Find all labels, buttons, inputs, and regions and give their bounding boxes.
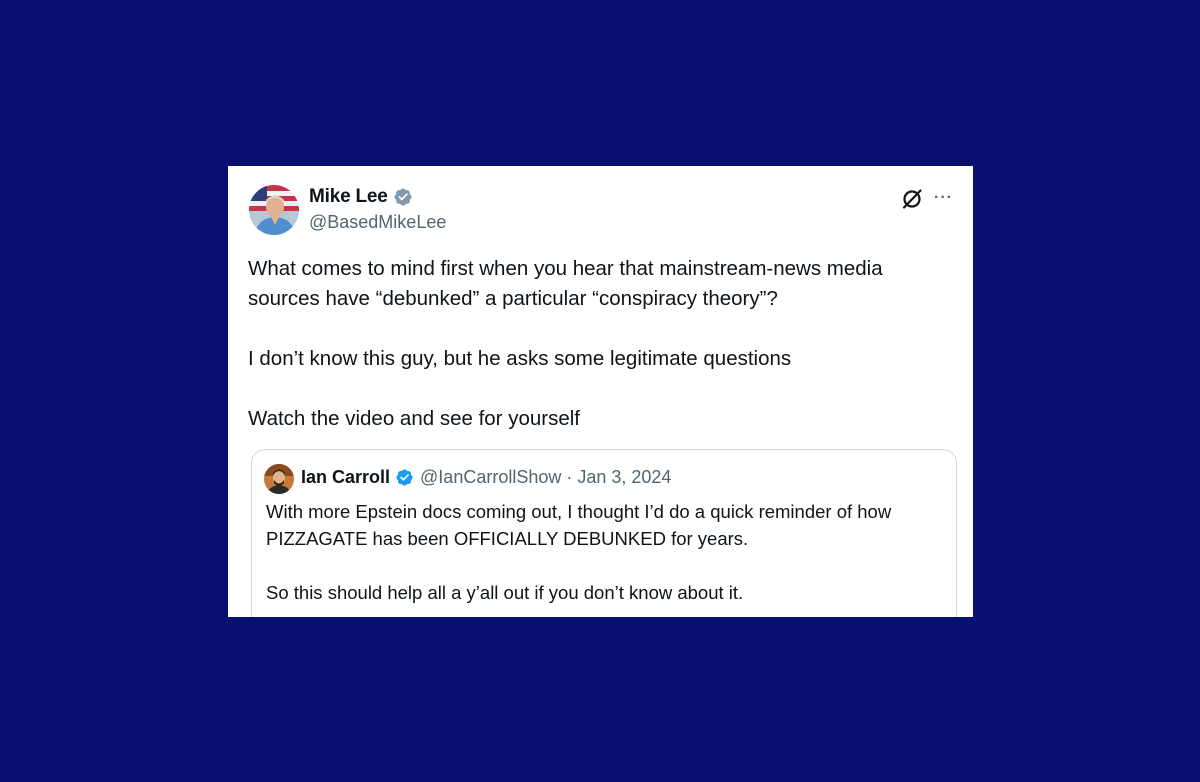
tweet-text: What comes to mind first when you hear t…	[248, 254, 948, 434]
author-name[interactable]: Mike Lee	[309, 186, 388, 208]
quoted-author-name[interactable]: Ian Carroll	[301, 467, 390, 488]
author-avatar[interactable]	[249, 185, 299, 235]
quoted-text-paragraph-2: So this should help all a y’all out if y…	[266, 582, 744, 603]
quoted-author-avatar[interactable]	[264, 464, 294, 494]
quoted-author-handle[interactable]: @IanCarrollShow	[420, 467, 561, 488]
quoted-separator: ·	[566, 467, 573, 487]
quoted-text-paragraph-1: With more Epstein docs coming out, I tho…	[266, 501, 892, 549]
quoted-tweet[interactable]: Ian Carroll @IanCarrollShow · Jan 3, 202…	[251, 449, 957, 617]
tweet-text-paragraph-3: Watch the video and see for yourself	[248, 407, 580, 430]
tweet-text-paragraph-2: I don’t know this guy, but he asks some …	[248, 347, 792, 370]
verified-blue-badge-icon[interactable]	[395, 468, 414, 487]
tweet-text-paragraph-1: What comes to mind first when you hear t…	[248, 257, 889, 310]
author-name-row[interactable]: Mike Lee	[309, 186, 413, 208]
tweet-card[interactable]: Mike Lee @BasedMikeLee ··· What comes to…	[228, 166, 973, 617]
quoted-tweet-text: With more Epstein docs coming out, I tho…	[266, 498, 946, 606]
quoted-timestamp[interactable]: Jan 3, 2024	[577, 467, 671, 488]
author-handle[interactable]: @BasedMikeLee	[309, 212, 446, 233]
more-options-icon[interactable]: ···	[934, 190, 953, 206]
grok-icon[interactable]	[901, 188, 923, 210]
quoted-author-row[interactable]: Ian Carroll @IanCarrollShow · Jan 3, 202…	[301, 467, 671, 488]
verified-gray-badge-icon[interactable]	[393, 187, 413, 207]
